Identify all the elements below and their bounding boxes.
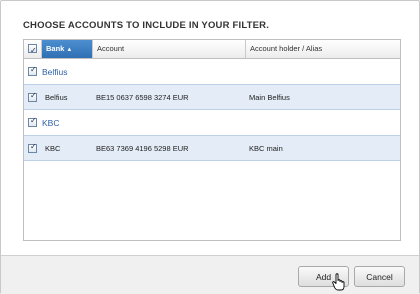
cell-alias: Main Belfius — [249, 93, 290, 102]
group-checkbox-kbc[interactable]: ✓ — [28, 116, 37, 127]
grid-header: ✓ Bank ▲ Account Account holder / Alias — [24, 40, 400, 59]
row-checkbox[interactable]: ✓ — [28, 91, 37, 102]
column-label-account: Account — [97, 44, 125, 53]
group-checkbox-belfius[interactable]: ✓ — [28, 65, 37, 76]
group-row-kbc[interactable]: ✓ KBC — [24, 110, 400, 136]
group-row-belfius[interactable]: ✓ Belfius — [24, 59, 400, 85]
group-label-belfius: Belfius — [42, 67, 68, 77]
cancel-button[interactable]: Cancel — [354, 266, 405, 287]
column-header-account[interactable]: Account — [93, 40, 246, 58]
cell-alias: KBC main — [249, 144, 283, 153]
hand-pointer-icon — [332, 273, 345, 291]
checkmark-icon: ✓ — [30, 116, 37, 125]
table-row[interactable]: ✓ Belfius BE15 0637 6598 3274 EUR Main B… — [24, 85, 400, 110]
checkmark-icon: ✓ — [30, 46, 37, 55]
checkmark-icon: ✓ — [30, 65, 37, 74]
select-all-checkbox[interactable]: ✓ — [28, 44, 37, 55]
column-label-bank: Bank — [46, 44, 65, 53]
cell-account: BE15 0637 6598 3274 EUR — [96, 93, 189, 102]
row-checkbox[interactable]: ✓ — [28, 142, 37, 153]
column-header-bank[interactable]: Bank ▲ — [42, 40, 93, 58]
table-row[interactable]: ✓ KBC BE63 7369 4196 5298 EUR KBC main — [24, 136, 400, 161]
checkmark-icon: ✓ — [30, 91, 37, 100]
column-header-alias[interactable]: Account holder / Alias — [246, 40, 400, 58]
sort-ascending-icon: ▲ — [66, 47, 73, 53]
cell-account: BE63 7369 4196 5298 EUR — [96, 144, 189, 153]
filter-accounts-dialog: CHOOSE ACCOUNTS TO INCLUDE IN YOUR FILTE… — [0, 0, 420, 294]
accounts-grid: ✓ Bank ▲ Account Account holder / Alias ✓… — [23, 39, 401, 241]
cell-bank: Belfius — [45, 93, 68, 102]
dialog-footer: Add Cancel — [1, 255, 419, 294]
column-label-alias: Account holder / Alias — [250, 44, 323, 53]
checkmark-icon: ✓ — [30, 142, 37, 151]
cell-bank: KBC — [45, 144, 61, 153]
select-all-cell: ✓ — [24, 40, 42, 58]
dialog-title: CHOOSE ACCOUNTS TO INCLUDE IN YOUR FILTE… — [23, 20, 270, 31]
group-label-kbc: KBC — [42, 118, 60, 128]
